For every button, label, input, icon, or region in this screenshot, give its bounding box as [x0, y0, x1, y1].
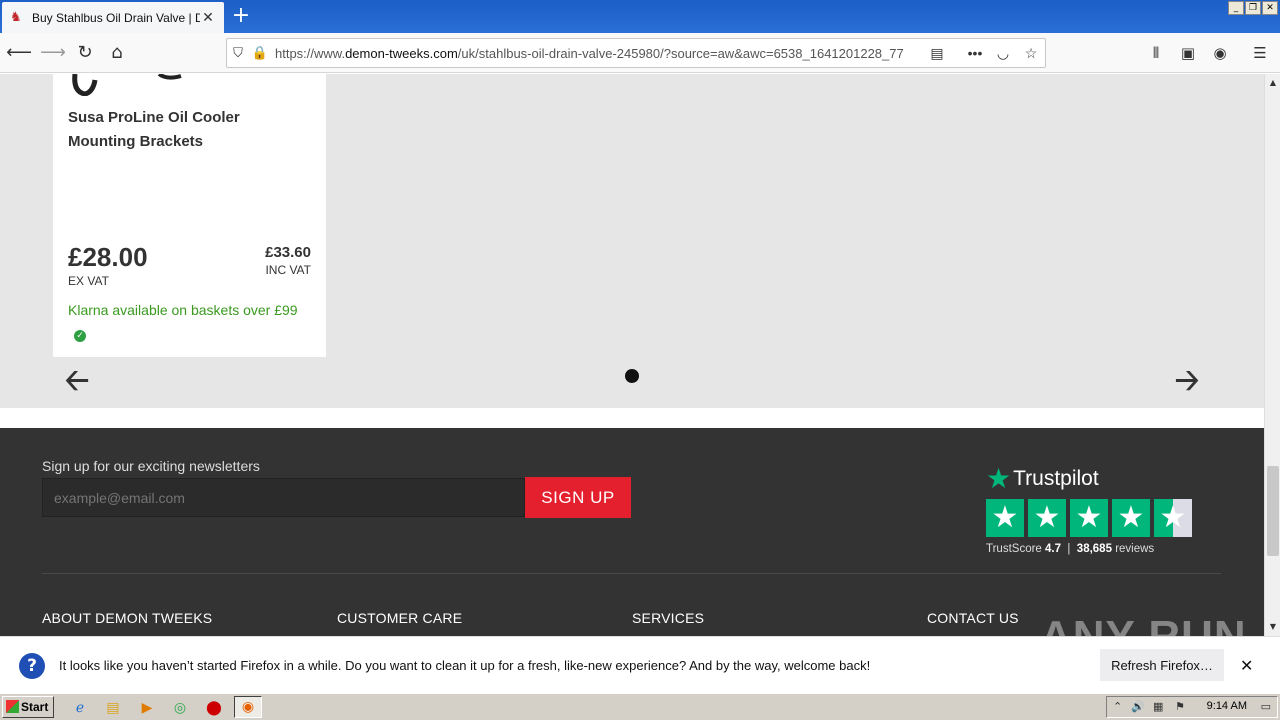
url-bar[interactable]: ⛉ 🔒 https://www.demon-tweeks.com/uk/stah… [226, 38, 1046, 68]
refresh-firefox-button[interactable]: Refresh Firefox… [1100, 649, 1224, 681]
library-icon[interactable]: ⫴ [1144, 40, 1168, 66]
product-card[interactable]: Susa ProLine Oil Cooler Mounting Bracket… [53, 74, 326, 357]
carousel-dot[interactable] [625, 369, 639, 383]
sidebar-icon[interactable]: ▣ [1176, 40, 1200, 66]
rating-star-icon: ★ [1112, 499, 1150, 537]
chrome-icon[interactable]: ◎ [170, 698, 190, 718]
clock[interactable]: 9:14 AM [1207, 700, 1247, 712]
reviews-label: reviews [1115, 543, 1155, 555]
url-prefix: https://www. [275, 45, 346, 61]
trustpilot-star-icon: ★ [986, 463, 1012, 494]
trustpilot-rating-stars: ★ ★ ★ ★ ★ [986, 499, 1206, 537]
opera-icon[interactable]: ⬤ [204, 698, 224, 718]
nav-bar: ⟵ ⟶ ↻ ⌂ ⛉ 🔒 https://www.demon-tweeks.com… [0, 33, 1280, 73]
home-button[interactable]: ⌂ [104, 40, 130, 66]
start-button[interactable]: Start [2, 696, 54, 718]
inc-vat-price: £33.60 [265, 244, 311, 261]
rating-half-star-icon: ★ [1154, 499, 1192, 537]
inc-vat-label: INC VAT [265, 263, 311, 277]
minimize-button[interactable]: _ [1228, 1, 1244, 15]
tab-bar: ♞ Buy Stahlbus Oil Drain Valve | Demon ✕… [0, 0, 1280, 33]
trustpilot-logo: ★ Trustpilot [986, 462, 1206, 495]
url-path: /uk/stahlbus-oil-drain-valve-245980/?sou… [457, 45, 904, 61]
rating-star-icon: ★ [1028, 499, 1066, 537]
product-name[interactable]: Susa ProLine Oil Cooler Mounting Bracket… [68, 106, 308, 154]
site-favicon-icon: ♞ [10, 9, 22, 25]
close-window-button[interactable]: ✕ [1262, 1, 1278, 15]
footer-heading-services[interactable]: SERVICES [632, 610, 704, 626]
footer-heading-contact[interactable]: CONTACT US [927, 610, 1019, 626]
back-button[interactable]: ⟵ [6, 40, 32, 66]
volume-icon[interactable]: 🔊 [1131, 700, 1145, 713]
firefox-notification-bar: ? It looks like you haven’t started Fire… [0, 636, 1280, 693]
new-tab-button[interactable]: + [228, 4, 254, 30]
tab-close-icon[interactable]: ✕ [200, 10, 216, 26]
account-icon[interactable]: ◉ [1208, 40, 1232, 66]
carousel-next-arrow-icon[interactable]: 🡢 [1171, 366, 1203, 396]
window-controls: _ ❐ ✕ [1228, 1, 1278, 15]
footer-divider [42, 573, 1221, 574]
trustscore-label: TrustScore [986, 543, 1042, 555]
windows-logo-icon [6, 700, 19, 713]
ie-icon[interactable]: ℯ [70, 698, 90, 718]
scroll-up-icon[interactable]: ▲ [1266, 76, 1280, 90]
ex-vat-price: £28.00 [68, 242, 148, 272]
explorer-folder-icon[interactable]: ▤ [103, 698, 123, 718]
firefox-taskbar-icon[interactable]: ◉ [234, 696, 262, 718]
pocket-icon[interactable]: ◡ [989, 45, 1017, 62]
trustpilot-brand: Trustpilot [1013, 466, 1099, 490]
product-carousel: Susa ProLine Oil Cooler Mounting Bracket… [0, 74, 1264, 408]
product-image[interactable] [71, 74, 211, 96]
question-icon: ? [19, 653, 45, 679]
trustpilot-widget[interactable]: ★ Trustpilot ★ ★ ★ ★ ★ TrustScore 4.7 | … [986, 462, 1206, 555]
page-actions-icon[interactable]: ••• [961, 45, 989, 61]
signup-button[interactable]: SIGN UP [525, 477, 631, 518]
footer-heading-customer-care[interactable]: CUSTOMER CARE [337, 610, 462, 626]
start-label: Start [21, 700, 49, 714]
reviews-count: 38,685 [1076, 543, 1112, 555]
rating-star-icon: ★ [986, 499, 1024, 537]
trustscore-line: TrustScore 4.7 | 38,685 reviews [986, 543, 1155, 555]
shield-icon[interactable]: ⛉ [227, 45, 249, 61]
tab-title: Buy Stahlbus Oil Drain Valve | Demon [32, 10, 200, 25]
page-viewport: Susa ProLine Oil Cooler Mounting Bracket… [0, 74, 1264, 636]
system-tray: ⌃ 🔊 ▦ ⚑ 9:14 AM ▭ [1106, 696, 1278, 718]
lock-icon[interactable]: 🔒 [249, 45, 271, 61]
toolbar-right: ⫴ ▣ ◉ ☰ [1144, 40, 1272, 66]
footer-heading-about[interactable]: ABOUT DEMON TWEEKS [42, 610, 212, 626]
forward-button[interactable]: ⟶ [40, 40, 66, 66]
reader-view-icon[interactable]: ▤ [923, 45, 951, 62]
rating-star-icon: ★ [1070, 499, 1108, 537]
menu-icon[interactable]: ☰ [1248, 40, 1272, 66]
trustscore-value: 4.7 [1045, 543, 1062, 555]
site-footer: Sign up for our exciting newsletters SIG… [0, 428, 1264, 636]
restore-button[interactable]: ❐ [1245, 1, 1261, 15]
url-text[interactable]: https://www.demon-tweeks.com/uk/stahlbus… [271, 46, 923, 61]
scroll-down-icon[interactable]: ▼ [1266, 620, 1280, 634]
url-domain: demon-tweeks.com [345, 45, 458, 61]
media-player-icon[interactable]: ▶ [137, 698, 157, 718]
scroll-thumb[interactable] [1267, 466, 1279, 556]
show-desktop-icon[interactable]: ▭ [1261, 700, 1271, 713]
tab-active[interactable]: ♞ Buy Stahlbus Oil Drain Valve | Demon ✕ [2, 2, 224, 33]
page-scrollbar[interactable]: ▲ ▼ [1264, 74, 1280, 636]
carousel-prev-arrow-icon[interactable]: 🡠 [61, 366, 93, 396]
tray-expand-icon[interactable]: ⌃ [1113, 700, 1122, 713]
newsletter-email-input[interactable] [42, 478, 525, 517]
newsletter-label: Sign up for our exciting newsletters [42, 458, 260, 474]
reload-button[interactable]: ↻ [72, 40, 98, 66]
flag-icon[interactable]: ⚑ [1175, 700, 1185, 713]
notification-close-icon[interactable]: ✕ [1240, 656, 1253, 675]
network-icon[interactable]: ▦ [1153, 700, 1163, 713]
klarna-info: Klarna available on baskets over £99 [68, 302, 298, 318]
bookmark-star-icon[interactable]: ☆ [1017, 45, 1045, 62]
taskbar: Start ℯ ▤ ▶ ◎ ⬤ ◉ ⌃ 🔊 ▦ ⚑ 9:14 AM ▭ [0, 693, 1280, 720]
check-icon: ✓ [74, 330, 86, 342]
ex-vat-label: EX VAT [68, 274, 109, 288]
notification-message: It looks like you haven’t started Firefo… [59, 658, 871, 673]
